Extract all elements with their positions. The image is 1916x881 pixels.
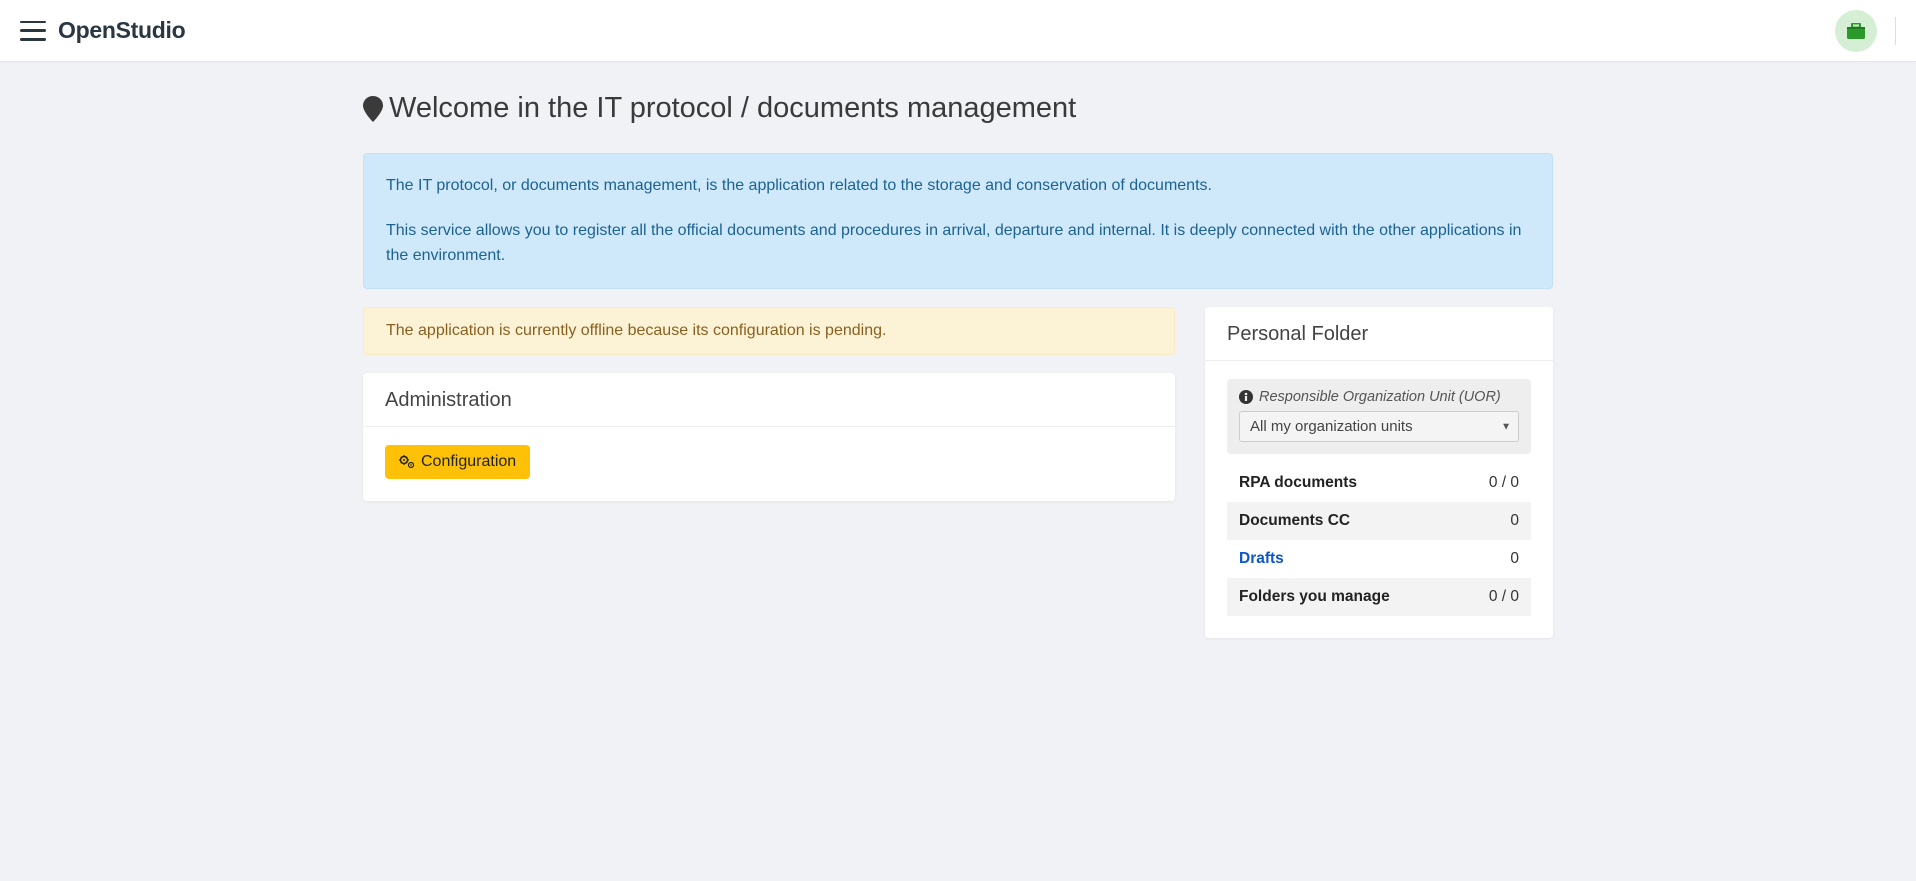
info-paragraph-1: The IT protocol, or documents management…: [386, 174, 1530, 199]
topbar-left: OpenStudio: [20, 17, 185, 44]
list-item-label: Folders you manage: [1239, 588, 1390, 606]
page-title: Welcome in the IT protocol / documents m…: [363, 92, 1553, 125]
side-column: Personal Folder Responsible Organization…: [1205, 307, 1553, 638]
list-item[interactable]: Drafts 0: [1227, 540, 1531, 578]
content-row: The application is currently offline bec…: [363, 307, 1553, 638]
personal-folder-card: Personal Folder Responsible Organization…: [1205, 307, 1553, 638]
warning-text: The application is currently offline bec…: [386, 322, 886, 339]
divider: [1895, 17, 1896, 45]
list-item[interactable]: Folders you manage 0 / 0: [1227, 578, 1531, 616]
brand-logo[interactable]: OpenStudio: [58, 17, 185, 44]
configuration-button-label: Configuration: [421, 453, 516, 471]
admin-card-body: Configuration: [363, 427, 1175, 501]
list-item-label: RPA documents: [1239, 474, 1357, 492]
briefcase-icon: [1847, 23, 1865, 39]
admin-card-header: Administration: [363, 373, 1175, 427]
uor-select[interactable]: All my organization units: [1239, 411, 1519, 442]
list-item-value: 0 / 0: [1489, 474, 1519, 492]
menu-icon[interactable]: [20, 21, 46, 41]
info-icon: [1239, 390, 1253, 404]
topbar-right: [1835, 10, 1896, 52]
info-paragraph-2: This service allows you to register all …: [386, 219, 1530, 269]
uor-label-text: Responsible Organization Unit (UOR): [1259, 389, 1501, 405]
folder-list: RPA documents 0 / 0 Documents CC 0 Draft…: [1227, 464, 1531, 616]
warning-alert: The application is currently offline bec…: [363, 307, 1175, 355]
list-item[interactable]: RPA documents 0 / 0: [1227, 464, 1531, 502]
personal-folder-header: Personal Folder: [1205, 307, 1553, 361]
page-title-text: Welcome in the IT protocol / documents m…: [389, 92, 1076, 125]
main-container: Welcome in the IT protocol / documents m…: [343, 62, 1573, 678]
gears-icon: [399, 455, 415, 469]
list-item-label-link[interactable]: Drafts: [1239, 550, 1284, 568]
list-item-label: Documents CC: [1239, 512, 1350, 530]
configuration-button[interactable]: Configuration: [385, 445, 530, 479]
topbar: OpenStudio: [0, 0, 1916, 62]
uor-label: Responsible Organization Unit (UOR): [1239, 389, 1519, 405]
uor-select-wrap: All my organization units ▼: [1239, 411, 1519, 442]
role-badge[interactable]: [1835, 10, 1877, 52]
personal-folder-body: Responsible Organization Unit (UOR) All …: [1205, 361, 1553, 638]
main-column: The application is currently offline bec…: [363, 307, 1175, 501]
admin-card: Administration Configuration: [363, 373, 1175, 501]
location-pin-icon: [363, 96, 383, 122]
info-alert: The IT protocol, or documents management…: [363, 153, 1553, 289]
list-item-value: 0: [1510, 550, 1519, 568]
list-item-value: 0 / 0: [1489, 588, 1519, 606]
list-item[interactable]: Documents CC 0: [1227, 502, 1531, 540]
list-item-value: 0: [1510, 512, 1519, 530]
uor-box: Responsible Organization Unit (UOR) All …: [1227, 379, 1531, 454]
